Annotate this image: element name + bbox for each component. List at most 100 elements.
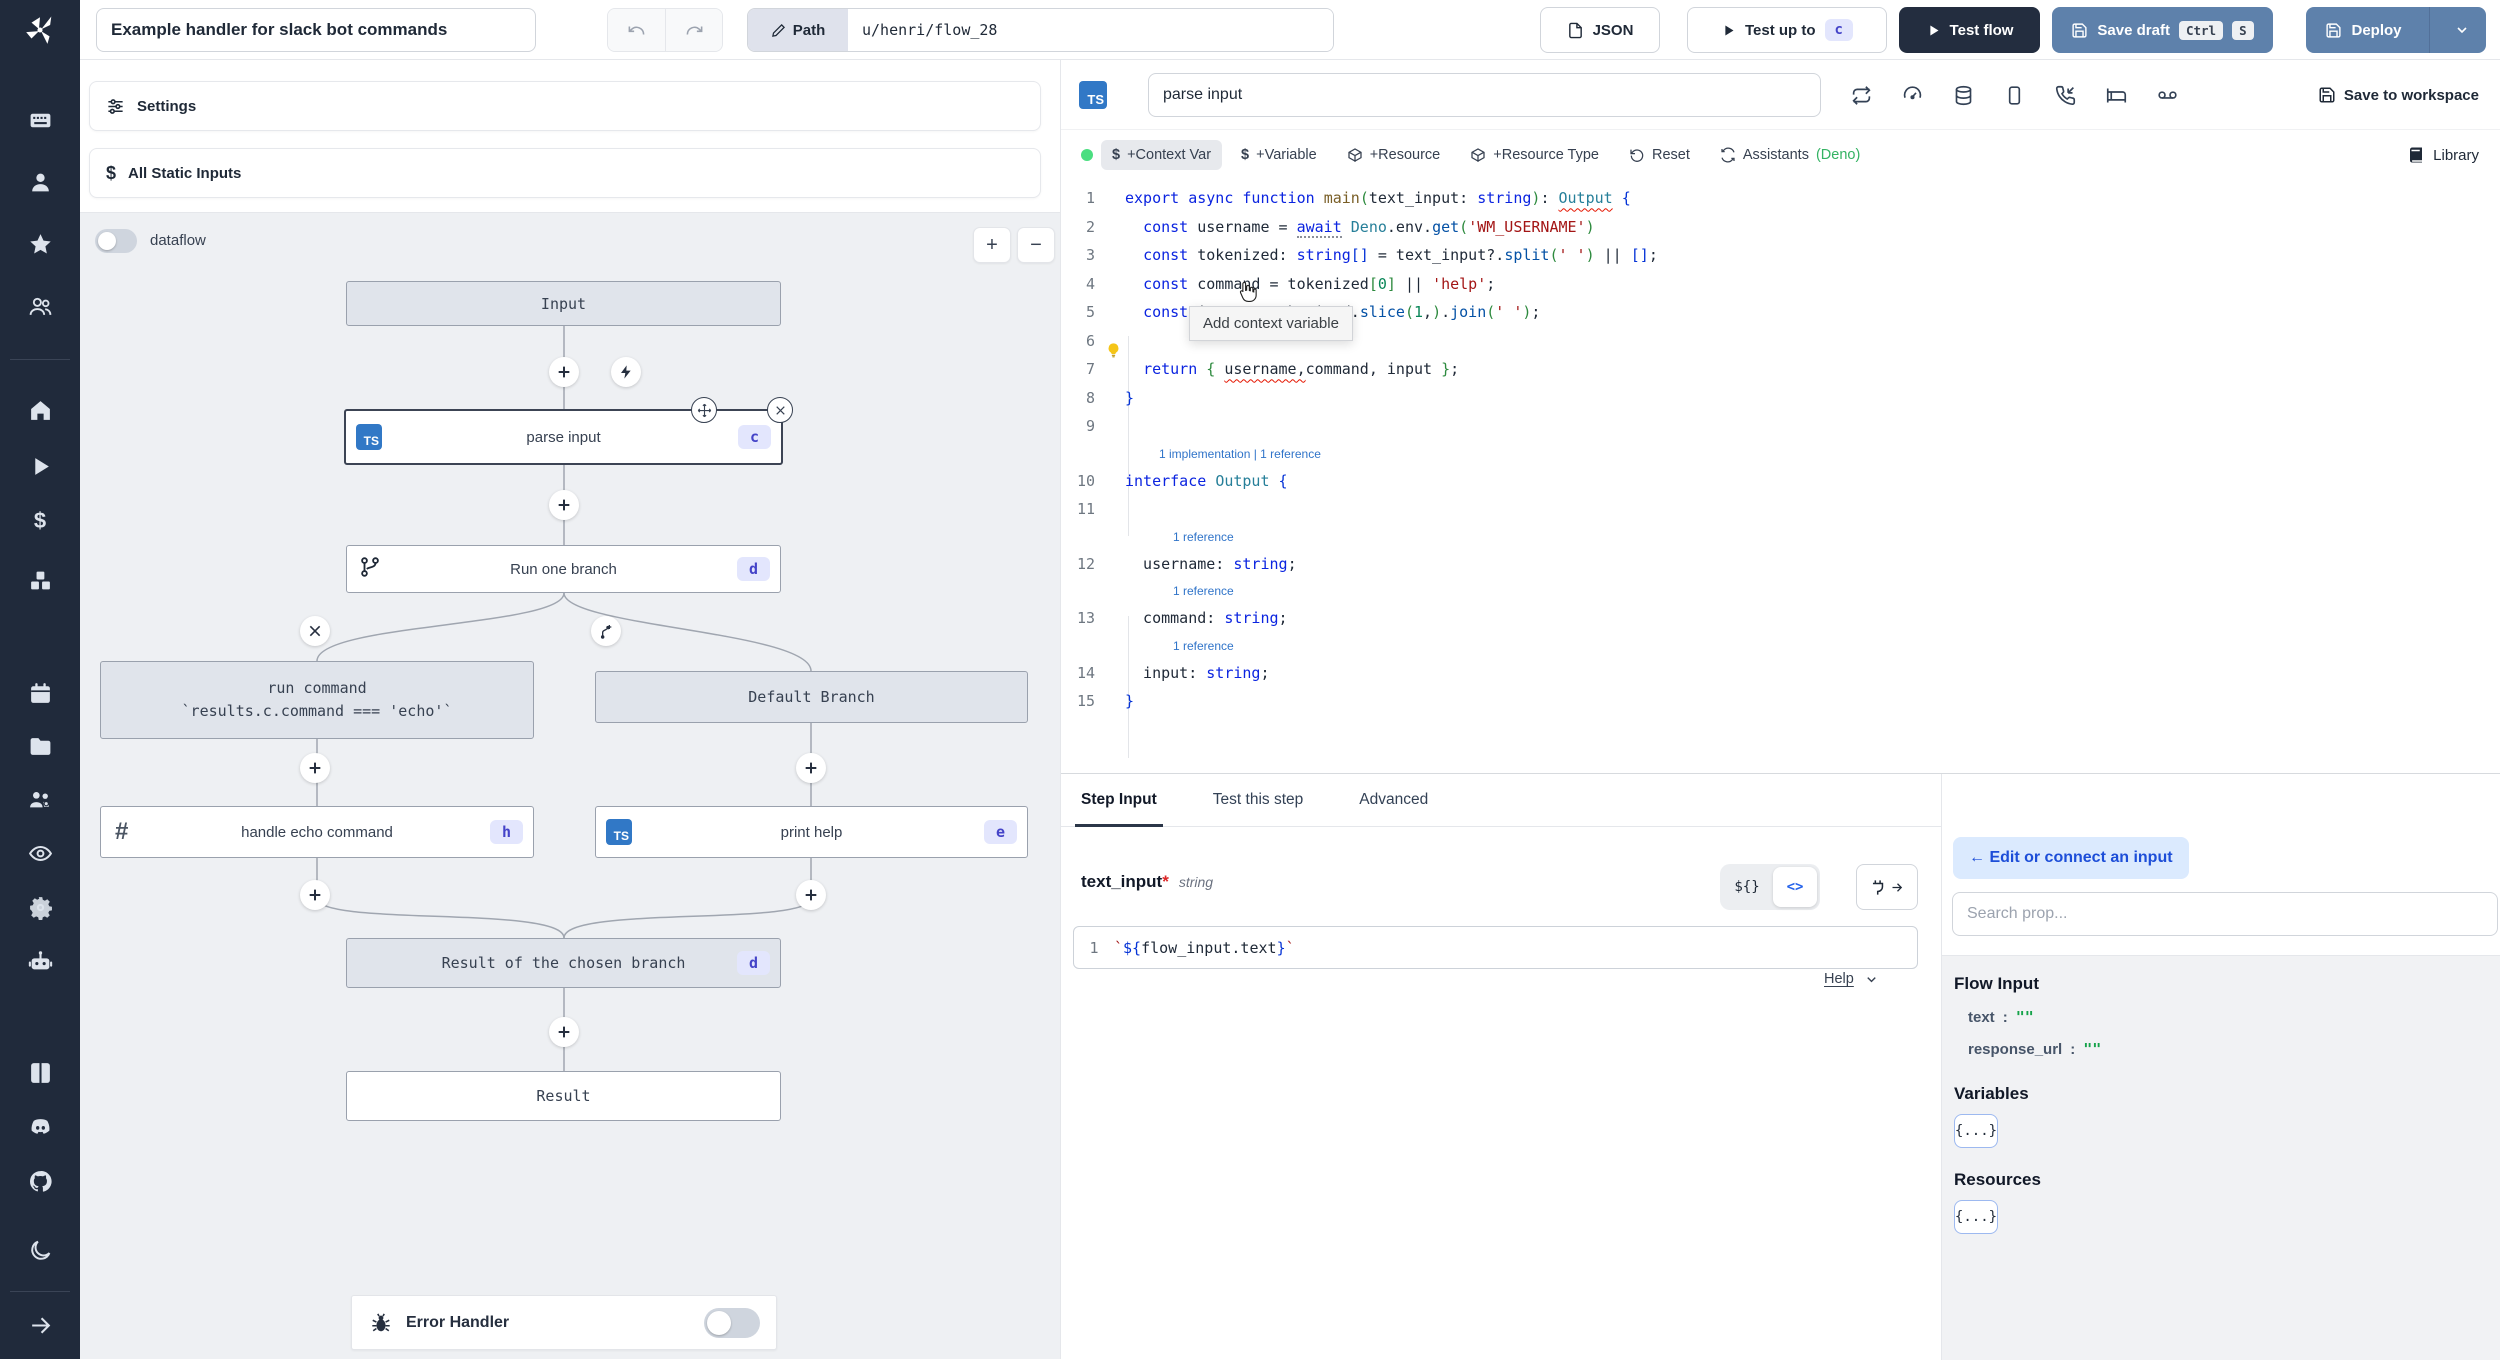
expr-mode-button[interactable]: ${} xyxy=(1723,867,1771,907)
code-line[interactable]: 13 command: string; xyxy=(1061,604,2500,633)
step-name-input[interactable] xyxy=(1148,73,1821,117)
prop-key[interactable]: response_url xyxy=(1968,1041,2062,1058)
delete-node-button[interactable] xyxy=(767,397,793,423)
library-button[interactable]: Library xyxy=(2407,146,2479,164)
phone-incoming-icon[interactable] xyxy=(2055,85,2076,106)
home-icon[interactable] xyxy=(0,388,80,432)
move-node-button[interactable] xyxy=(691,397,717,423)
code-line[interactable]: 4 const command = tokenized[0] || 'help'… xyxy=(1061,270,2500,299)
assistants-button[interactable]: Assistants (Deno) xyxy=(1709,140,1871,170)
flow-node-run-command-branch[interactable]: run command `results.c.command === 'echo… xyxy=(100,661,534,739)
flow-settings-button[interactable]: Settings xyxy=(89,81,1041,131)
add-step-button[interactable] xyxy=(549,357,579,387)
variables-dollar-icon[interactable]: $ xyxy=(0,499,80,543)
user-icon[interactable] xyxy=(0,160,80,204)
redo-icon[interactable] xyxy=(665,9,722,51)
dataflow-toggle[interactable] xyxy=(95,229,137,253)
code-mode-button[interactable]: <> xyxy=(1773,867,1817,907)
voicemail-icon[interactable] xyxy=(2157,85,2178,106)
add-step-button[interactable] xyxy=(300,753,330,783)
codelens[interactable]: 1 reference xyxy=(1061,578,2500,604)
codelens[interactable]: 1 reference xyxy=(1061,524,2500,550)
all-static-inputs-button[interactable]: $ All Static Inputs xyxy=(89,148,1041,198)
path-chip[interactable]: Path xyxy=(748,9,848,51)
deploy-dropdown-button[interactable] xyxy=(2439,22,2485,38)
folders-icon[interactable] xyxy=(0,724,80,768)
docs-book-icon[interactable] xyxy=(0,1051,80,1095)
save-to-workspace-button[interactable]: Save to workspace xyxy=(2318,60,2479,130)
flow-node-default-branch[interactable]: Default Branch xyxy=(595,671,1028,723)
zoom-in-button[interactable]: + xyxy=(973,227,1011,263)
codelens[interactable]: 1 implementation | 1 reference xyxy=(1061,441,2500,467)
add-branch-icon[interactable] xyxy=(591,616,621,646)
audit-eye-icon[interactable] xyxy=(0,831,80,875)
add-step-button[interactable] xyxy=(549,490,579,520)
error-handler-toggle[interactable] xyxy=(704,1307,760,1338)
runs-play-icon[interactable] xyxy=(0,444,80,488)
settings-gear-icon[interactable] xyxy=(0,885,80,929)
database-icon[interactable] xyxy=(1953,85,1974,106)
trigger-lightning-button[interactable] xyxy=(611,357,641,387)
reset-button[interactable]: Reset xyxy=(1618,140,1701,170)
flow-title-input[interactable] xyxy=(96,8,536,52)
discord-icon[interactable] xyxy=(0,1105,80,1149)
users-icon[interactable] xyxy=(0,284,80,328)
flow-node-chosen-branch-result[interactable]: Result of the chosen branch d xyxy=(346,938,781,988)
add-resource-button[interactable]: +Resource xyxy=(1336,140,1452,170)
lightbulb-icon[interactable] xyxy=(1105,342,1122,359)
search-prop-input[interactable] xyxy=(1952,892,2498,936)
smartphone-icon[interactable] xyxy=(2004,85,2025,106)
code-line[interactable]: 9 xyxy=(1061,412,2500,441)
flow-node-result[interactable]: Result xyxy=(346,1071,781,1121)
star-icon[interactable] xyxy=(0,222,80,266)
undo-icon[interactable] xyxy=(608,9,665,51)
add-step-button[interactable] xyxy=(796,880,826,910)
connect-input-plug-button[interactable] xyxy=(1856,864,1918,910)
code-line[interactable]: 1 export async function main(text_input: … xyxy=(1061,184,2500,213)
flow-node-print-help[interactable]: TS print help e xyxy=(595,806,1028,858)
add-step-button[interactable] xyxy=(549,1017,579,1047)
test-flow-button[interactable]: Test flow xyxy=(1899,7,2040,53)
zoom-out-button[interactable]: − xyxy=(1017,227,1055,263)
bed-icon[interactable] xyxy=(2106,85,2127,106)
tab-test-this-step[interactable]: Test this step xyxy=(1213,774,1303,827)
schedules-calendar-icon[interactable] xyxy=(0,671,80,715)
code-line[interactable]: 8} xyxy=(1061,384,2500,413)
windmill-logo-icon[interactable] xyxy=(0,0,80,60)
deploy-button[interactable]: Deploy xyxy=(2307,22,2420,39)
tab-advanced[interactable]: Advanced xyxy=(1359,774,1428,827)
gauge-icon[interactable] xyxy=(1902,85,1923,106)
add-context-var-button[interactable]: $ +Context Var xyxy=(1101,140,1223,170)
codelens[interactable]: 1 reference xyxy=(1061,633,2500,659)
flow-node-run-one-branch[interactable]: Run one branch d xyxy=(346,545,781,593)
code-line[interactable]: 11 xyxy=(1061,495,2500,524)
repeat-icon[interactable] xyxy=(1851,85,1872,106)
code-line[interactable]: 3 const tokenized: string[] = text_input… xyxy=(1061,241,2500,270)
json-button[interactable]: JSON xyxy=(1540,7,1660,53)
workers-bot-icon[interactable] xyxy=(0,939,80,983)
code-line[interactable]: 15} xyxy=(1061,687,2500,716)
expression-editor[interactable]: 1 `${flow_input.text}` xyxy=(1073,926,1918,969)
error-handler-node[interactable]: Error Handler xyxy=(351,1295,777,1350)
code-editor[interactable]: 1 export async function main(text_input: … xyxy=(1061,180,2500,773)
add-resource-type-button[interactable]: +Resource Type xyxy=(1459,140,1610,170)
test-up-to-button[interactable]: Test up to c xyxy=(1687,7,1887,53)
path-input[interactable] xyxy=(848,9,1333,51)
flow-canvas[interactable]: dataflow + − Input TS parse input c Run … xyxy=(80,212,1060,1359)
remove-branch-button[interactable] xyxy=(300,616,330,646)
save-draft-button[interactable]: Save draft Ctrl S xyxy=(2052,7,2273,53)
code-line[interactable]: 7 return { username,command, input }; xyxy=(1061,355,2500,384)
resources-object-button[interactable]: {...} xyxy=(1954,1200,1998,1234)
tab-step-input[interactable]: Step Input xyxy=(1075,774,1163,827)
dark-mode-moon-icon[interactable] xyxy=(0,1228,80,1272)
expand-arrow-icon[interactable] xyxy=(0,1303,80,1347)
flow-node-handle-echo-command[interactable]: # handle echo command h xyxy=(100,806,534,858)
groups-icon[interactable] xyxy=(0,777,80,821)
github-icon[interactable] xyxy=(0,1159,80,1203)
code-line[interactable]: 14 input: string; xyxy=(1061,659,2500,688)
flow-node-parse-input[interactable]: TS parse input c xyxy=(344,409,783,465)
edit-or-connect-button[interactable]: ← Edit or connect an input xyxy=(1953,837,2189,879)
help-link[interactable]: Help xyxy=(1824,971,1879,987)
resources-boxes-icon[interactable] xyxy=(0,558,80,602)
prop-key[interactable]: text xyxy=(1968,1009,1995,1026)
